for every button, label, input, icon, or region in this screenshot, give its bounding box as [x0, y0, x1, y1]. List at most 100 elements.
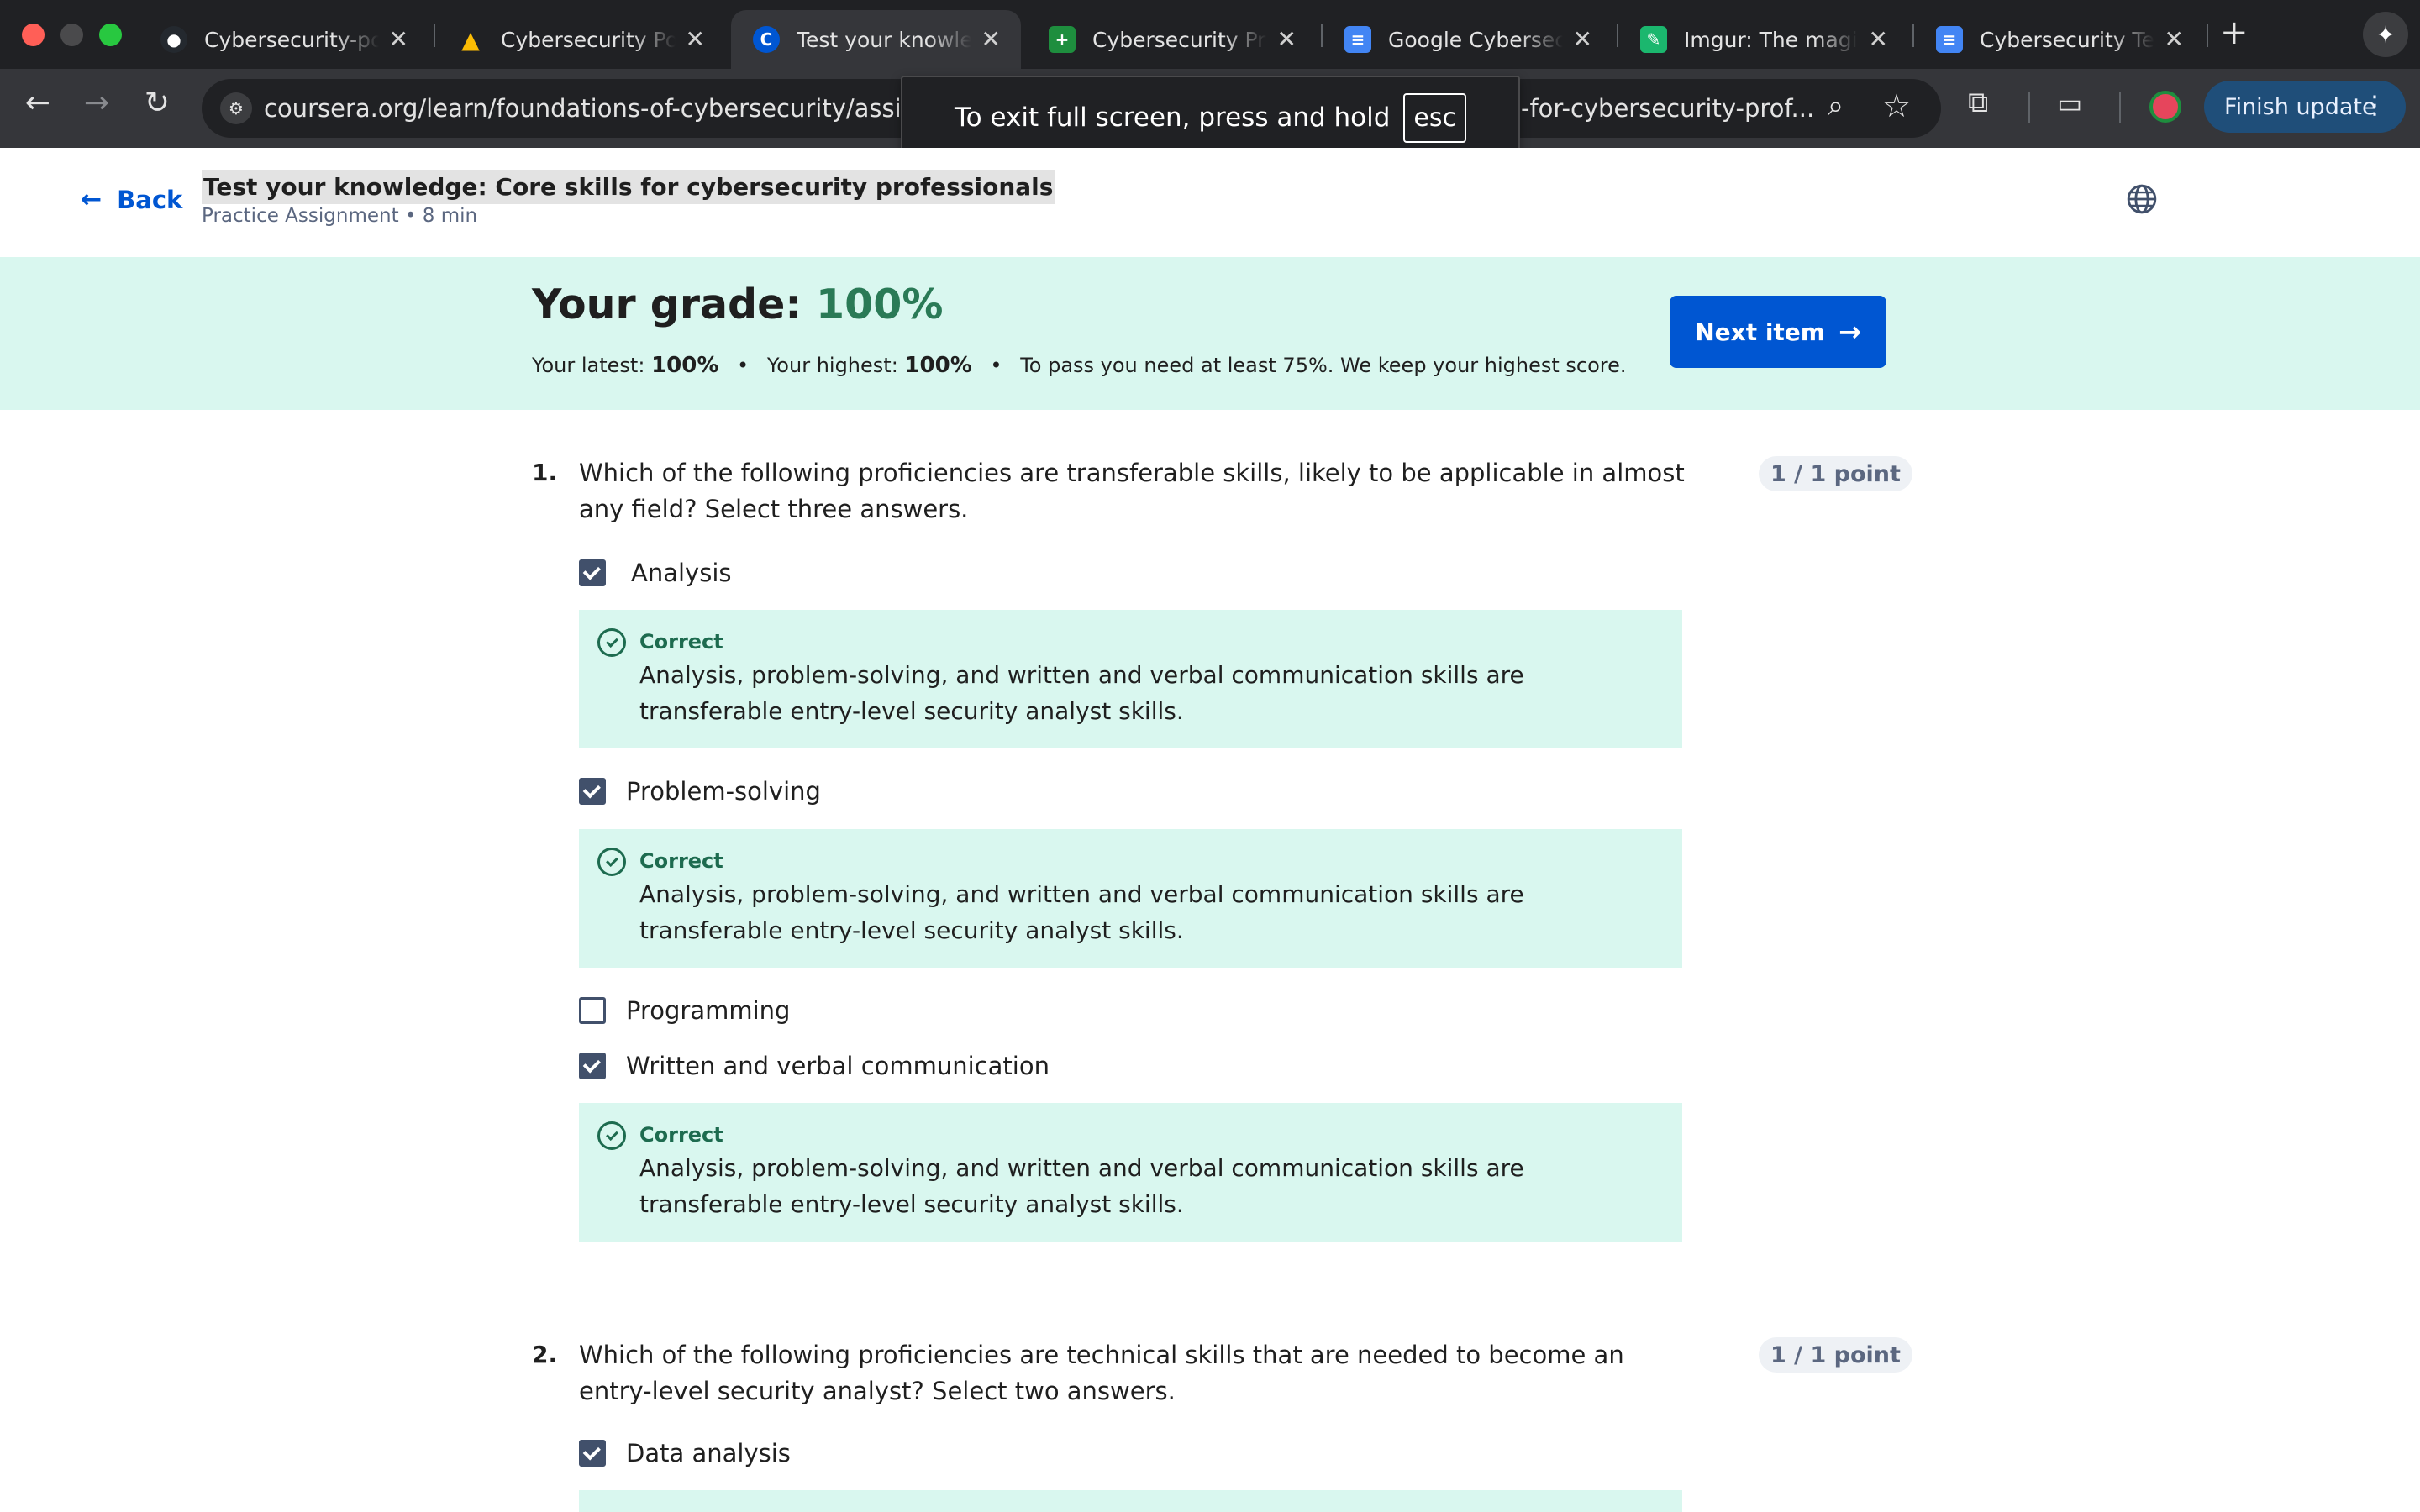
- google-docs-icon: ≡: [1936, 26, 1963, 53]
- bookmark-star-icon[interactable]: ☆: [1882, 87, 1911, 124]
- page-title: Test your knowledge: Core skills for cyb…: [202, 170, 1055, 204]
- profile-avatar[interactable]: [2149, 91, 2181, 123]
- window-fullscreen-button[interactable]: [99, 24, 122, 46]
- globe-icon[interactable]: [2126, 183, 2158, 215]
- option-label: Problem-solving: [626, 777, 821, 806]
- browser-tab-bar: ● Cybersecurity-portfolio ✕ ▲ Cybersecur…: [0, 0, 2420, 69]
- next-item-button[interactable]: Next item →: [1670, 296, 1886, 368]
- close-icon[interactable]: ✕: [1869, 27, 1888, 52]
- new-tab-button[interactable]: +: [2220, 13, 2249, 52]
- close-icon[interactable]: ✕: [981, 27, 1001, 52]
- feedback-correct: [579, 1490, 1682, 1512]
- highest-label: Your highest:: [766, 354, 898, 377]
- cast-icon[interactable]: ▭: [2057, 87, 2082, 119]
- feedback-text: Analysis, problem-solving, and written a…: [639, 661, 1524, 725]
- highest-value: 100%: [904, 353, 972, 378]
- zoom-icon[interactable]: ⌕: [1828, 89, 1844, 123]
- fullscreen-toast: To exit full screen, press and hold esc: [901, 76, 1520, 160]
- back-arrow-icon[interactable]: ←: [17, 86, 59, 120]
- checkbox-unchecked[interactable]: [579, 997, 606, 1024]
- google-docs-icon: ≡: [1344, 26, 1371, 53]
- close-icon[interactable]: ✕: [2165, 27, 2184, 52]
- finish-update-label: Finish update: [2224, 93, 2376, 120]
- tab-divider: [2207, 24, 2208, 47]
- grade-value: 100%: [816, 281, 944, 328]
- arrow-right-icon: →: [1838, 316, 1861, 348]
- fullscreen-toast-text: To exit full screen, press and hold: [954, 102, 1391, 133]
- answer-option[interactable]: Problem-solving: [579, 774, 821, 808]
- browser-tab[interactable]: ✎ Imgur: The magic of the Internet ✕: [1618, 10, 1908, 69]
- arrow-left-icon: ←: [81, 185, 103, 214]
- browser-tab[interactable]: ≡ Google Cybersecurity ✕: [1323, 10, 1612, 69]
- answer-option[interactable]: Analysis: [579, 556, 731, 590]
- esc-key-badge: esc: [1403, 92, 1467, 143]
- option-label: Data analysis: [626, 1439, 791, 1467]
- latest-label: Your latest:: [532, 354, 645, 377]
- feedback-label: Correct: [639, 849, 723, 873]
- browser-tab[interactable]: ● Cybersecurity-portfolio ✕: [139, 10, 429, 69]
- feedback-correct: Correct Analysis, problem-solving, and w…: [579, 829, 1682, 968]
- checkbox-checked[interactable]: [579, 1440, 606, 1467]
- tab-title: Cybersecurity Terms: [1980, 27, 2154, 52]
- toolbar-divider: [2028, 92, 2030, 123]
- answer-option[interactable]: Programming: [579, 994, 790, 1027]
- option-label: Programming: [626, 996, 791, 1025]
- google-sheets-icon: +: [1049, 26, 1076, 53]
- separator-dot: •: [990, 354, 1002, 377]
- checkbox-checked[interactable]: [579, 559, 606, 586]
- question-number: 1.: [532, 459, 558, 486]
- back-link[interactable]: ← Back: [81, 185, 182, 214]
- answer-option[interactable]: Written and verbal communication: [579, 1049, 1050, 1083]
- question-number: 2.: [532, 1341, 558, 1368]
- browser-tab[interactable]: ▲ Cybersecurity Portfolio ✕: [435, 10, 725, 69]
- feedback-label: Correct: [639, 630, 723, 654]
- points-badge: 1 / 1 point: [1759, 1337, 1912, 1373]
- reload-icon[interactable]: ↻: [136, 86, 178, 120]
- tab-title: Imgur: The magic of the Internet: [1684, 27, 1859, 52]
- back-label: Back: [117, 185, 183, 214]
- window-close-button[interactable]: [22, 24, 45, 46]
- grade-heading: Your grade: 100%: [532, 281, 943, 328]
- close-icon[interactable]: ✕: [389, 27, 408, 52]
- github-icon: ●: [160, 26, 187, 53]
- question-text: Which of the following proficiencies are…: [579, 459, 1685, 523]
- option-label: Written and verbal communication: [626, 1052, 1050, 1080]
- grade-banner: Your grade: 100% Your latest: 100% • You…: [0, 257, 2420, 410]
- tab-title: Google Cybersecurity: [1388, 27, 1563, 52]
- browser-tab-active[interactable]: C Test your knowledge ✕: [731, 10, 1021, 69]
- tab-title: Cybersecurity Portfolio: [501, 27, 676, 52]
- extensions-icon[interactable]: ⧉: [1968, 86, 1988, 119]
- checkbox-checked[interactable]: [579, 778, 606, 805]
- item-meta: Practice Assignment • 8 min: [202, 205, 478, 227]
- gemini-icon[interactable]: ✦: [2363, 12, 2408, 57]
- close-icon[interactable]: ✕: [1277, 27, 1297, 52]
- url-text: coursera.org/learn/foundations-of-cybers…: [264, 94, 956, 123]
- tab-title: Cybersecurity Program: [1092, 27, 1267, 52]
- finish-update-button[interactable]: Finish update ⋮: [2204, 81, 2406, 133]
- tab-title: Cybersecurity-portfolio: [204, 27, 379, 52]
- separator-dot: •: [737, 354, 750, 377]
- check-circle-icon: [597, 1121, 626, 1150]
- browser-tab[interactable]: ≡ Cybersecurity Terms ✕: [1914, 10, 2204, 69]
- close-icon[interactable]: ✕: [1573, 27, 1592, 52]
- close-icon[interactable]: ✕: [686, 27, 705, 52]
- site-info-icon[interactable]: ⚙: [220, 92, 252, 124]
- pass-note: To pass you need at least 75%. We keep y…: [1020, 354, 1627, 377]
- coursera-icon: C: [753, 26, 780, 53]
- feedback-correct: Correct Analysis, problem-solving, and w…: [579, 1103, 1682, 1242]
- latest-value: 100%: [651, 353, 719, 378]
- checkbox-checked[interactable]: [579, 1053, 606, 1079]
- feedback-text: Analysis, problem-solving, and written a…: [639, 1154, 1524, 1218]
- next-item-label: Next item: [1695, 318, 1825, 346]
- feedback-text: Analysis, problem-solving, and written a…: [639, 880, 1524, 944]
- answer-option[interactable]: Data analysis: [579, 1436, 791, 1470]
- grade-summary: Your latest: 100% • Your highest: 100% •…: [532, 353, 1627, 378]
- tab-title: Test your knowledge: [797, 27, 971, 52]
- kebab-menu-icon[interactable]: ⋮: [2362, 91, 2387, 120]
- url-text-tail: -for-cybersecurity-prof...: [1521, 94, 1815, 123]
- browser-tab[interactable]: + Cybersecurity Program ✕: [1027, 10, 1317, 69]
- window-minimize-button[interactable]: [60, 24, 83, 46]
- assignment-header: ← Back Test your knowledge: Core skills …: [0, 148, 2420, 257]
- points-badge: 1 / 1 point: [1759, 456, 1912, 491]
- forward-arrow-icon[interactable]: →: [76, 86, 118, 120]
